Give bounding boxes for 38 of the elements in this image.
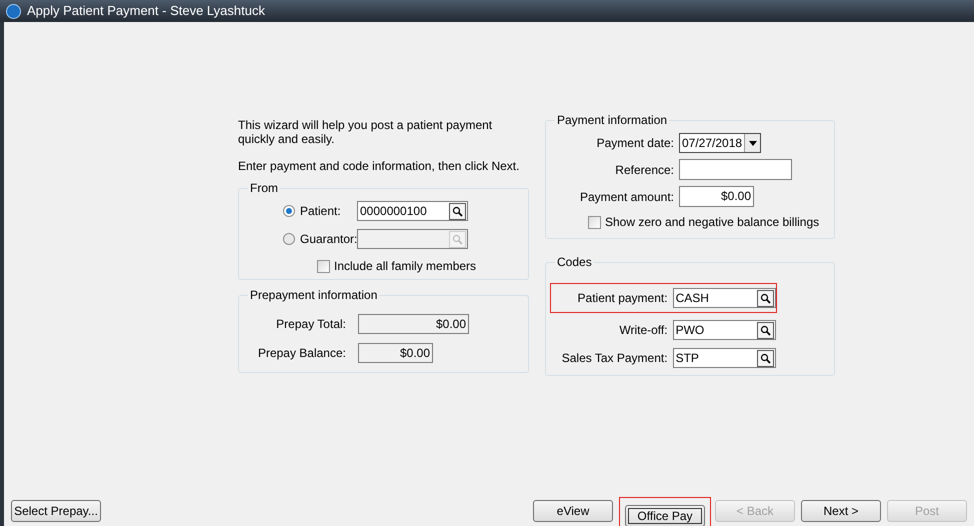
search-icon[interactable]: [449, 202, 466, 220]
lookup-field[interactable]: 0000000100: [357, 201, 468, 221]
checkbox-label: Include all family members: [334, 258, 476, 275]
checkbox-label: Show zero and negative balance billings: [605, 214, 820, 231]
window-title: Apply Patient Payment - Steve Lyashtuck: [27, 2, 265, 20]
search-icon[interactable]: [757, 350, 774, 366]
radio-button[interactable]: Patient:: [283, 202, 341, 220]
field-label: Prepay Total:: [275, 316, 346, 333]
instruction-text: Enter payment and code information, then click Next.: [238, 158, 520, 175]
field-label: Payment date:: [596, 135, 674, 152]
search-icon[interactable]: [757, 290, 774, 306]
dialog-button[interactable]: Select Prepay...: [11, 500, 101, 522]
lookup-field[interactable]: PWO: [672, 320, 776, 340]
field-label: Prepay Balance:: [256, 345, 346, 362]
group-title: From: [249, 180, 279, 197]
dialog-button[interactable]: Next >: [801, 500, 881, 522]
group-title: Codes: [556, 254, 593, 271]
field-label: Reference:: [614, 162, 674, 178]
lookup-field[interactable]: STP: [672, 348, 776, 368]
app-logo-icon: [6, 4, 21, 18]
amount-field[interactable]: $0.00: [679, 186, 754, 207]
dialog-button[interactable]: eView: [533, 500, 613, 522]
field-label: Write-off:: [618, 322, 668, 339]
checkbox[interactable]: [588, 216, 601, 228]
intro-text: This wizard will help you post a patient payment quickly and easily.: [238, 118, 494, 146]
read-only-field: $0.00: [358, 314, 469, 334]
dialog-button[interactable]: Office Pay: [625, 505, 705, 526]
date-picker[interactable]: 07/27/2018: [679, 133, 761, 153]
group-title: Prepayment information: [249, 287, 378, 304]
read-only-field: $0.00: [358, 343, 433, 363]
reference-field[interactable]: [679, 159, 792, 180]
lookup-field[interactable]: CASH: [672, 288, 776, 308]
field-label: Patient payment:: [576, 290, 668, 307]
field-label: Payment amount:: [578, 188, 674, 206]
checkbox[interactable]: [317, 260, 330, 272]
search-icon[interactable]: [757, 322, 774, 338]
field-label: Sales Tax Payment:: [560, 350, 668, 367]
group-title: Payment information: [556, 112, 668, 129]
